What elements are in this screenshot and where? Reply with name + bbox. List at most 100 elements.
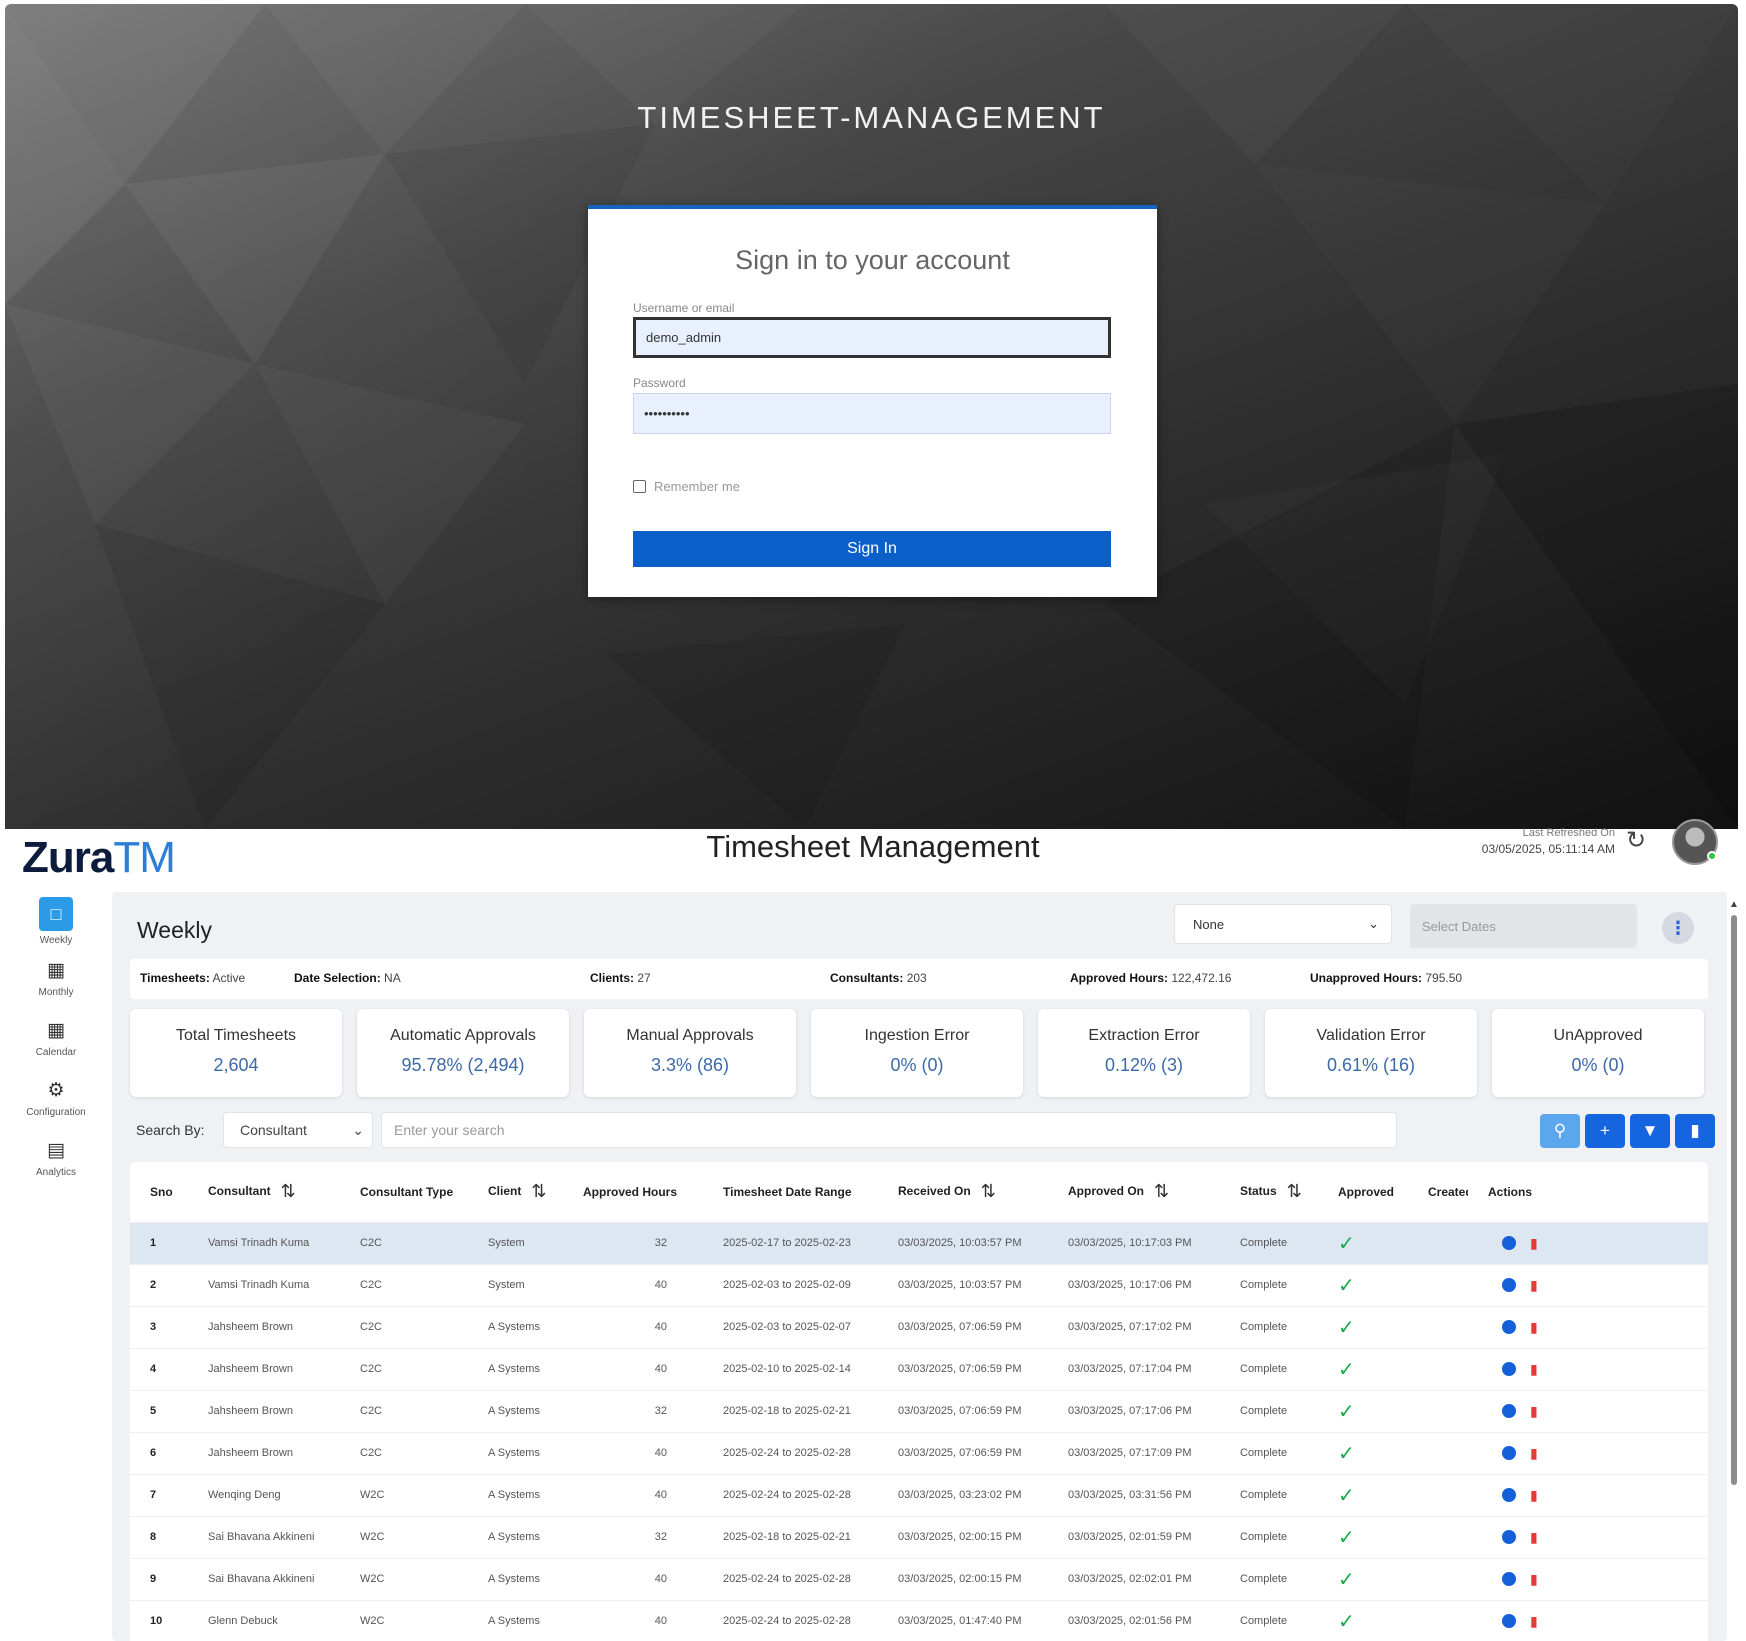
sidebar-item-configuration[interactable]: ⚙ Configuration <box>0 1079 112 1118</box>
view-icon[interactable] <box>1502 1362 1516 1376</box>
username-value: demo_admin <box>646 330 722 345</box>
delete-icon[interactable]: ▮ <box>1530 1571 1538 1588</box>
view-icon[interactable] <box>1502 1530 1516 1544</box>
cell-sno: 4 <box>150 1363 157 1375</box>
login-app-title: TIMESHEET-MANAGEMENT <box>637 100 1106 135</box>
col-consultant[interactable]: Consultant ⇅ <box>188 1162 340 1222</box>
view-icon[interactable] <box>1502 1320 1516 1334</box>
checkmark-icon: ✓ <box>1338 1232 1355 1255</box>
view-icon[interactable] <box>1502 1278 1516 1292</box>
sort-icon[interactable]: ⇅ <box>531 1181 546 1201</box>
cell-date-range: 2025-02-17 to 2025-02-23 <box>723 1237 851 1249</box>
sidebar-item-monthly[interactable]: ▦ Monthly <box>0 959 112 998</box>
checkmark-icon: ✓ <box>1338 1442 1355 1465</box>
cell-consultant-type: C2C <box>360 1279 383 1291</box>
sort-icon[interactable]: ⇅ <box>281 1181 296 1201</box>
search-button[interactable]: ⚲ <box>1540 1114 1580 1148</box>
view-icon[interactable] <box>1502 1236 1516 1250</box>
col-date-range: Timesheet Date Range <box>723 1184 852 1199</box>
last-refreshed-label: Last Refreshed On <box>1522 827 1615 839</box>
period-select[interactable]: None ⌄ <box>1174 904 1392 944</box>
col-received-on[interactable]: Received On ⇅ <box>878 1162 1048 1222</box>
password-value: •••••••••• <box>644 406 690 421</box>
calendar-icon: ▦ <box>47 1020 65 1041</box>
cell-status: Complete <box>1240 1405 1288 1417</box>
table-row[interactable]: 4 Jahsheem Brown C2C A Systems 40 2025-02-10 … <box>130 1348 1708 1390</box>
delete-icon[interactable]: ▮ <box>1530 1361 1538 1378</box>
table-row[interactable]: 9 Sai Bhavana Akkineni W2C A Systems 40 2025-… <box>130 1558 1708 1600</box>
username-field[interactable]: demo_admin <box>633 317 1111 358</box>
table-row[interactable]: 8 Sai Bhavana Akkineni W2C A Systems 32 2025-… <box>130 1516 1708 1558</box>
signin-button[interactable]: Sign In <box>633 531 1111 567</box>
cell-created <box>1408 1474 1468 1516</box>
last-refreshed: Last Refreshed On 03/05/2025, 05:11:14 A… <box>1425 825 1615 857</box>
delete-icon[interactable]: ▮ <box>1530 1487 1538 1504</box>
kpi-automatic-approvals[interactable]: Automatic Approvals 95.78% (2,494) <box>357 1009 569 1097</box>
sidebar-item-calendar[interactable]: ▦ Calendar <box>0 1019 112 1058</box>
delete-icon[interactable]: ▮ <box>1530 1445 1538 1462</box>
table-row[interactable]: 5 Jahsheem Brown C2C A Systems 32 2025-02-18 … <box>130 1390 1708 1432</box>
search-field-select[interactable]: Consultant ⌄ <box>223 1112 373 1148</box>
password-field[interactable]: •••••••••• <box>633 393 1111 434</box>
more-options-icon[interactable]: ⋮ <box>1662 912 1694 944</box>
scroll-up-icon[interactable]: ▲ <box>1729 899 1739 910</box>
kpi-unapproved[interactable]: UnApproved 0% (0) <box>1492 1009 1704 1097</box>
view-icon[interactable] <box>1502 1488 1516 1502</box>
remember-me[interactable]: Remember me <box>633 479 740 494</box>
sidebar-item-analytics[interactable]: ▤ Analytics <box>0 1139 112 1178</box>
col-approved-on[interactable]: Approved On ⇅ <box>1048 1162 1220 1222</box>
delete-icon[interactable]: ▮ <box>1530 1613 1538 1630</box>
view-icon[interactable] <box>1502 1404 1516 1418</box>
delete-icon[interactable]: ▮ <box>1530 1235 1538 1252</box>
cell-actions: ▮ <box>1468 1348 1708 1390</box>
kpi-validation-error[interactable]: Validation Error 0.61% (16) <box>1265 1009 1477 1097</box>
cell-consultant: Vamsi Trinadh Kuma <box>208 1237 310 1249</box>
sidebar-item-label: Calendar <box>35 1047 77 1058</box>
cell-consultant: Wenqing Deng <box>208 1489 281 1501</box>
cell-approved-on: 03/03/2025, 10:17:06 PM <box>1068 1279 1192 1291</box>
user-avatar[interactable] <box>1672 819 1718 865</box>
table-row[interactable]: 2 Vamsi Trinadh Kuma C2C System 40 2025-02-03… <box>130 1264 1708 1306</box>
cell-created <box>1408 1558 1468 1600</box>
view-icon[interactable] <box>1502 1446 1516 1460</box>
filter-button[interactable]: ▼ <box>1630 1114 1670 1148</box>
table-row[interactable]: 10 Glenn Debuck W2C A Systems 40 2025-02-24 t… <box>130 1600 1708 1641</box>
search-field-value: Consultant <box>240 1122 307 1138</box>
delete-icon[interactable]: ▮ <box>1530 1529 1538 1546</box>
kpi-extraction-error[interactable]: Extraction Error 0.12% (3) <box>1038 1009 1250 1097</box>
vertical-scrollbar[interactable]: ▲ <box>1729 899 1739 1639</box>
delete-icon[interactable]: ▮ <box>1530 1319 1538 1336</box>
remember-checkbox[interactable] <box>633 480 646 493</box>
delete-icon[interactable]: ▮ <box>1530 1403 1538 1420</box>
main-panel: Weekly None ⌄ Select Dates ⋮ Timesheets:… <box>112 892 1727 1641</box>
cell-actions: ▮ <box>1468 1432 1708 1474</box>
table-row[interactable]: 6 Jahsheem Brown C2C A Systems 40 2025-02-24 … <box>130 1432 1708 1474</box>
view-icon[interactable] <box>1502 1572 1516 1586</box>
delete-icon[interactable]: ▮ <box>1530 1277 1538 1294</box>
add-button[interactable]: + <box>1585 1114 1625 1148</box>
date-picker[interactable]: Select Dates <box>1410 904 1637 948</box>
col-status[interactable]: Status ⇅ <box>1220 1162 1318 1222</box>
sort-icon[interactable]: ⇅ <box>1287 1181 1302 1201</box>
col-client[interactable]: Client ⇅ <box>468 1162 563 1222</box>
sidebar-item-weekly[interactable]: □ Weekly <box>0 897 112 946</box>
cell-sno: 2 <box>150 1279 157 1291</box>
view-icon[interactable] <box>1502 1614 1516 1629</box>
cell-approved-on: 03/03/2025, 07:17:09 PM <box>1068 1447 1192 1459</box>
export-button[interactable]: ▮ <box>1675 1114 1715 1148</box>
cell-received-on: 03/03/2025, 03:23:02 PM <box>898 1489 1022 1501</box>
scrollbar-thumb[interactable] <box>1731 915 1737 1485</box>
kpi-manual-approvals[interactable]: Manual Approvals 3.3% (86) <box>584 1009 796 1097</box>
refresh-icon[interactable]: ↻ <box>1626 829 1650 853</box>
cell-received-on: 03/03/2025, 07:06:59 PM <box>898 1447 1022 1459</box>
sort-icon[interactable]: ⇅ <box>981 1181 996 1201</box>
search-input[interactable]: Enter your search <box>381 1112 1397 1148</box>
table-row[interactable]: 3 Jahsheem Brown C2C A Systems 40 2025-02-03 … <box>130 1306 1708 1348</box>
kpi-ingestion-error[interactable]: Ingestion Error 0% (0) <box>811 1009 1023 1097</box>
kpi-total-timesheets[interactable]: Total Timesheets 2,604 <box>130 1009 342 1097</box>
cell-approved: ✓ <box>1318 1600 1408 1641</box>
sort-icon[interactable]: ⇅ <box>1154 1181 1169 1201</box>
table-row[interactable]: 1 Vamsi Trinadh Kuma C2C System 32 2025-02-17… <box>130 1222 1708 1264</box>
table-row[interactable]: 7 Wenqing Deng W2C A Systems 40 2025-02-24 to… <box>130 1474 1708 1516</box>
cell-approved-on: 03/03/2025, 02:01:56 PM <box>1068 1615 1192 1628</box>
